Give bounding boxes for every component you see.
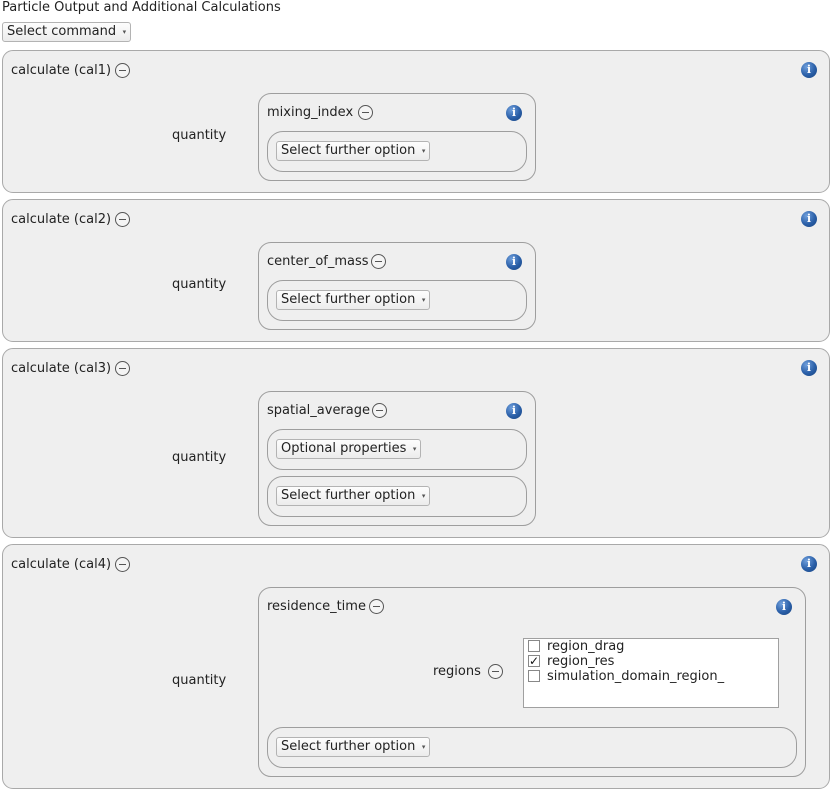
remove-quantity-minus-icon[interactable] xyxy=(372,403,387,418)
select-command-dropdown[interactable]: Select command ▾ xyxy=(2,22,132,42)
further-option-box: Select further option ▾ xyxy=(267,727,797,768)
region-checkbox[interactable] xyxy=(528,640,540,652)
further-option-box: Select further option ▾ xyxy=(267,131,527,172)
calculate-header: calculate (cal2) xyxy=(11,212,112,227)
further-option-label: Select further option xyxy=(281,488,416,503)
remove-quantity-minus-icon[interactable] xyxy=(369,599,384,614)
quantity-label: quantity xyxy=(172,128,227,143)
calculate-header: calculate (cal4) xyxy=(11,557,112,572)
select-further-option-dropdown[interactable]: Select further option ▾ xyxy=(276,290,431,310)
info-icon[interactable]: i xyxy=(801,211,817,227)
further-option-label: Select further option xyxy=(281,739,416,754)
further-option-box: Select further option ▾ xyxy=(267,280,527,321)
calculate-header: calculate (cal1) xyxy=(11,63,112,78)
info-icon[interactable]: i xyxy=(801,62,817,78)
further-option-label: Select further option xyxy=(281,292,416,307)
region-item[interactable]: region_drag xyxy=(528,639,768,654)
quantity-label: quantity xyxy=(172,450,227,465)
calculate-panel-cal1: calculate (cal1) i quantity mixing_index… xyxy=(2,50,830,193)
remove-calculate-minus-icon[interactable] xyxy=(115,63,130,78)
remove-quantity-minus-icon[interactable] xyxy=(358,105,373,120)
info-icon[interactable]: i xyxy=(506,254,522,270)
region-item[interactable]: simulation_domain_region_ xyxy=(528,669,768,684)
quantity-name: spatial_average xyxy=(267,403,370,418)
region-checkbox-checked[interactable]: ✓ xyxy=(528,655,540,667)
page-title: Particle Output and Additional Calculati… xyxy=(2,0,281,15)
chevron-down-icon: ▾ xyxy=(412,445,417,453)
region-checkbox[interactable] xyxy=(528,670,540,682)
chevron-down-icon: ▾ xyxy=(122,28,127,36)
chevron-down-icon: ▾ xyxy=(421,147,426,155)
quantity-name: center_of_mass xyxy=(267,254,369,269)
optional-properties-label: Optional properties xyxy=(281,441,407,456)
quantity-label: quantity xyxy=(172,673,227,688)
optional-properties-box: Optional properties ▾ xyxy=(267,429,527,470)
quantity-box-residence-time: residence_time i regions region_drag ✓ r… xyxy=(258,587,806,777)
quantity-box-center-of-mass: center_of_mass i Select further option ▾ xyxy=(258,242,536,330)
info-icon[interactable]: i xyxy=(776,599,792,615)
further-option-box: Select further option ▾ xyxy=(267,476,527,517)
remove-regions-minus-icon[interactable] xyxy=(488,664,503,679)
further-option-label: Select further option xyxy=(281,143,416,158)
region-label: region_drag xyxy=(547,639,625,654)
info-icon[interactable]: i xyxy=(801,360,817,376)
region-item[interactable]: ✓ region_res xyxy=(528,654,768,669)
optional-properties-dropdown[interactable]: Optional properties ▾ xyxy=(276,439,422,459)
quantity-label: quantity xyxy=(172,277,227,292)
remove-calculate-minus-icon[interactable] xyxy=(115,361,130,376)
chevron-down-icon: ▾ xyxy=(421,296,426,304)
checkmark-icon: ✓ xyxy=(529,654,540,668)
quantity-box-spatial-average: spatial_average i Optional properties ▾ … xyxy=(258,391,536,526)
info-icon[interactable]: i xyxy=(506,403,522,419)
calculate-panel-cal2: calculate (cal2) i quantity center_of_ma… xyxy=(2,199,830,342)
quantity-box-mixing-index: mixing_index i Select further option ▾ xyxy=(258,93,536,181)
info-icon[interactable]: i xyxy=(801,556,817,572)
select-command-label: Select command xyxy=(7,24,117,39)
info-icon[interactable]: i xyxy=(506,105,522,121)
calculate-panel-cal4: calculate (cal4) i quantity residence_ti… xyxy=(2,544,830,789)
select-further-option-dropdown[interactable]: Select further option ▾ xyxy=(276,737,431,757)
quantity-name: mixing_index xyxy=(267,105,354,120)
remove-calculate-minus-icon[interactable] xyxy=(115,557,130,572)
remove-calculate-minus-icon[interactable] xyxy=(115,212,130,227)
region-label: simulation_domain_region_ xyxy=(547,669,725,684)
calculate-header: calculate (cal3) xyxy=(11,361,112,376)
select-further-option-dropdown[interactable]: Select further option ▾ xyxy=(276,486,431,506)
quantity-name: residence_time xyxy=(267,599,366,614)
calculate-panel-cal3: calculate (cal3) i quantity spatial_aver… xyxy=(2,348,830,538)
regions-label: regions xyxy=(433,664,481,679)
remove-quantity-minus-icon[interactable] xyxy=(371,254,386,269)
chevron-down-icon: ▾ xyxy=(421,492,426,500)
regions-listbox[interactable]: region_drag ✓ region_res simulation_doma… xyxy=(523,638,779,708)
region-label: region_res xyxy=(547,654,615,669)
chevron-down-icon: ▾ xyxy=(421,743,426,751)
select-further-option-dropdown[interactable]: Select further option ▾ xyxy=(276,141,431,161)
